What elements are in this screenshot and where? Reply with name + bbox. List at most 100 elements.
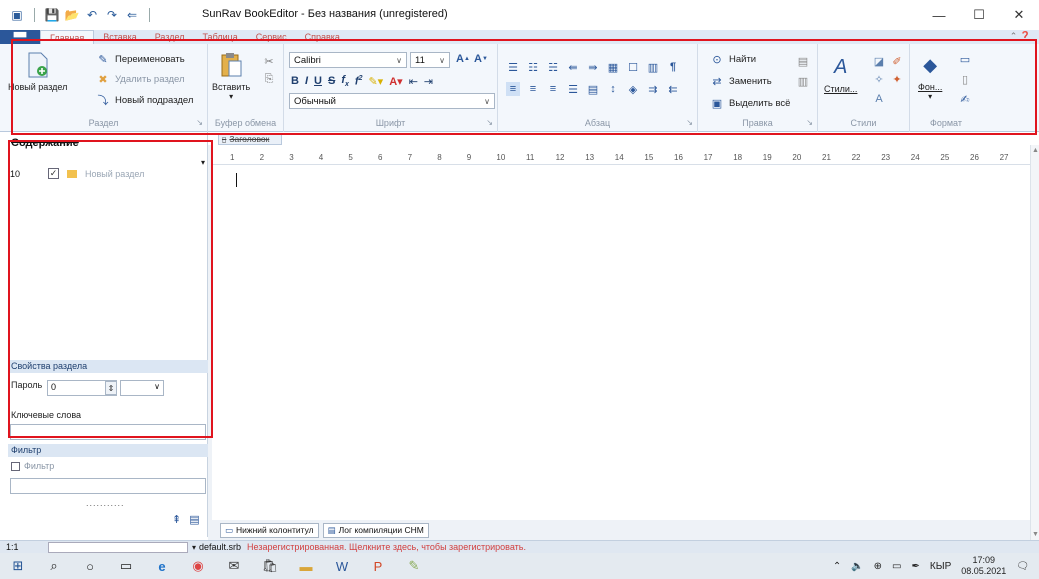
windows-start-icon[interactable]: ⊞ xyxy=(0,553,36,579)
editor-area[interactable] xyxy=(212,165,1030,520)
style-paste-icon[interactable]: ✦ xyxy=(890,72,904,86)
style-apply-icon[interactable]: ◪ xyxy=(872,54,886,68)
rename-button[interactable]: ✎ Переименовать xyxy=(96,52,184,66)
edit-group-launcher-icon[interactable]: ↘ xyxy=(806,118,813,127)
powerpoint-icon[interactable]: P xyxy=(360,553,396,579)
style-copy-icon[interactable]: ✧ xyxy=(872,72,886,86)
open-icon[interactable]: 📂 xyxy=(65,8,80,22)
notifications-icon[interactable]: 🗨 xyxy=(1016,561,1029,572)
multilevel-list-icon[interactable]: ☵ xyxy=(546,60,560,74)
italic-icon[interactable]: I xyxy=(305,75,308,87)
tab-table[interactable]: Таблица xyxy=(193,30,246,44)
delete-section-button[interactable]: ✖ Удалить раздел xyxy=(96,72,184,86)
function-icon[interactable]: fx xyxy=(341,74,349,88)
font-color-icon[interactable]: A▾ xyxy=(389,75,402,88)
keywords-input[interactable] xyxy=(10,424,206,440)
scroll-up-icon[interactable]: ▲ xyxy=(1032,147,1039,154)
increase-indent-icon[interactable]: ⇛ xyxy=(586,60,600,74)
tab-section[interactable]: Раздел xyxy=(146,30,194,44)
bullet-list-icon[interactable]: ☰ xyxy=(506,60,520,74)
store-icon[interactable]: 🛍 xyxy=(252,553,288,579)
background-button[interactable]: ◆ Фон... ▾ xyxy=(918,52,942,102)
find-button[interactable]: ⊙ Найти xyxy=(710,52,756,66)
tree-item-checkbox[interactable]: ✓ xyxy=(48,168,59,179)
cortana-icon[interactable]: ○ xyxy=(72,553,108,579)
document-tab[interactable]: ▯ Заголовок xyxy=(218,133,282,145)
mail-icon[interactable]: ✉ xyxy=(216,553,252,579)
task-view-icon[interactable]: ▭ xyxy=(108,553,144,579)
filter-checkbox-row[interactable]: Фильтр xyxy=(11,461,54,471)
new-section-button[interactable]: Новый раздел xyxy=(8,52,67,92)
paste-button[interactable]: Вставить ▾ xyxy=(212,52,250,101)
indent-right-icon[interactable]: ⇥ xyxy=(424,75,433,88)
undo-icon[interactable]: ↶ xyxy=(85,8,99,22)
tray-chevron-icon[interactable]: ⌃ xyxy=(833,561,841,572)
ruler[interactable]: 1 2 3 4 5 6 7 8 9 10 11 12 13 14 15 16 17 18 19 20 21 22 23 24 2… xyxy=(212,151,1030,165)
tab-chm-log[interactable]: ▤ Лог компиляции CHM xyxy=(322,522,429,538)
select-all-button[interactable]: ▣ Выделить всё xyxy=(710,96,791,110)
new-subsection-button[interactable]: ⤵ Новый подраздел xyxy=(96,93,194,108)
underline-icon[interactable]: U xyxy=(314,75,322,87)
grow-font-icon[interactable]: A ▲ xyxy=(456,52,470,66)
copy-icon[interactable]: ⎘ xyxy=(262,72,276,86)
fill-color-icon[interactable]: ◈ xyxy=(626,82,640,96)
superscript-icon[interactable]: f2 xyxy=(355,75,363,88)
edit-extra-icon[interactable]: ▤ xyxy=(796,54,810,68)
line-spacing-icon[interactable]: ↕ xyxy=(606,82,620,96)
volume-icon[interactable]: 🔈 xyxy=(851,561,863,572)
align-justify-icon[interactable]: ☰ xyxy=(566,82,580,96)
tab-insert[interactable]: Вставка xyxy=(94,30,145,44)
section-group-launcher-icon[interactable]: ↘ xyxy=(196,118,203,127)
background-dropdown-icon[interactable]: ▾ xyxy=(928,92,932,101)
scroll-down-icon[interactable]: ▼ xyxy=(1032,531,1039,538)
tree-expand-icon[interactable]: ⇞ xyxy=(172,513,181,526)
style-clear-icon[interactable]: A xyxy=(872,92,886,106)
cut-icon[interactable]: ✂ xyxy=(262,54,276,68)
style-brush-icon[interactable]: ✐ xyxy=(890,54,904,68)
back-arrow-icon[interactable]: ⇐ xyxy=(125,8,139,22)
font-size-combo[interactable]: 11 ∨ xyxy=(410,52,450,68)
bookeditor-taskbar-icon[interactable]: ✎ xyxy=(396,553,432,579)
shrink-font-icon[interactable]: A ▼ xyxy=(474,52,488,66)
tree-view-icon[interactable]: ▤ xyxy=(189,513,199,526)
pen-icon[interactable]: ✒ xyxy=(912,561,920,572)
redo-icon[interactable]: ↷ xyxy=(105,8,119,22)
shading-icon[interactable]: ▦ xyxy=(606,60,620,74)
styles-button[interactable]: A Стили... xyxy=(824,54,857,95)
language-indicator[interactable]: КЫР xyxy=(930,561,951,572)
style-combo[interactable]: Обычный ∨ xyxy=(289,93,495,109)
status-dropdown-icon[interactable]: ▾ xyxy=(192,543,196,552)
tab-service[interactable]: Сервис xyxy=(247,30,296,44)
battery-icon[interactable]: ▭ xyxy=(892,561,901,572)
align-right-icon[interactable]: ≡ xyxy=(546,82,560,96)
distributed-icon[interactable]: ▤ xyxy=(586,82,600,96)
pilcrow-icon[interactable]: ¶ xyxy=(666,60,680,74)
format-page-icon[interactable]: ▯ xyxy=(958,72,972,86)
indent-left-icon[interactable]: ⇤ xyxy=(409,75,418,88)
word-icon[interactable]: W xyxy=(324,553,360,579)
tab-home[interactable]: Главная xyxy=(40,30,95,44)
minimize-button[interactable]: — xyxy=(919,0,959,30)
tab-footer[interactable]: ▭ Нижний колонтитул xyxy=(220,522,319,538)
save-icon[interactable]: 💾 xyxy=(45,8,60,22)
format-brush-icon[interactable]: ✍ xyxy=(958,92,972,106)
filter-checkbox[interactable] xyxy=(11,461,20,471)
edge-icon[interactable]: e xyxy=(144,553,180,579)
edit-extra2-icon[interactable]: ▥ xyxy=(796,74,810,88)
panel-splitter[interactable]: ........... xyxy=(86,498,125,508)
ltr-icon[interactable]: ⇉ xyxy=(646,82,660,96)
rtl-icon[interactable]: ⇇ xyxy=(666,82,680,96)
highlight-color-icon[interactable]: ✎▾ xyxy=(368,75,383,88)
align-left-icon[interactable]: ≡ xyxy=(506,82,520,96)
strikethrough-icon[interactable]: S xyxy=(328,75,335,87)
password-spinner[interactable]: ⇕ xyxy=(105,381,117,395)
register-link[interactable]: Незарегистрированная. Щелкните здесь, чт… xyxy=(247,542,526,552)
columns-icon[interactable]: ▥ xyxy=(646,60,660,74)
decrease-indent-icon[interactable]: ⇚ xyxy=(566,60,580,74)
contents-dropdown-icon[interactable]: ▾ xyxy=(201,158,205,167)
clock[interactable]: 17:09 08.05.2021 xyxy=(961,555,1006,577)
help-icon[interactable]: ⌃ ❓ xyxy=(1010,31,1031,42)
filter-input[interactable] xyxy=(10,478,206,494)
tab-help[interactable]: Справка xyxy=(296,30,349,44)
maximize-button[interactable]: ☐ xyxy=(959,0,999,30)
